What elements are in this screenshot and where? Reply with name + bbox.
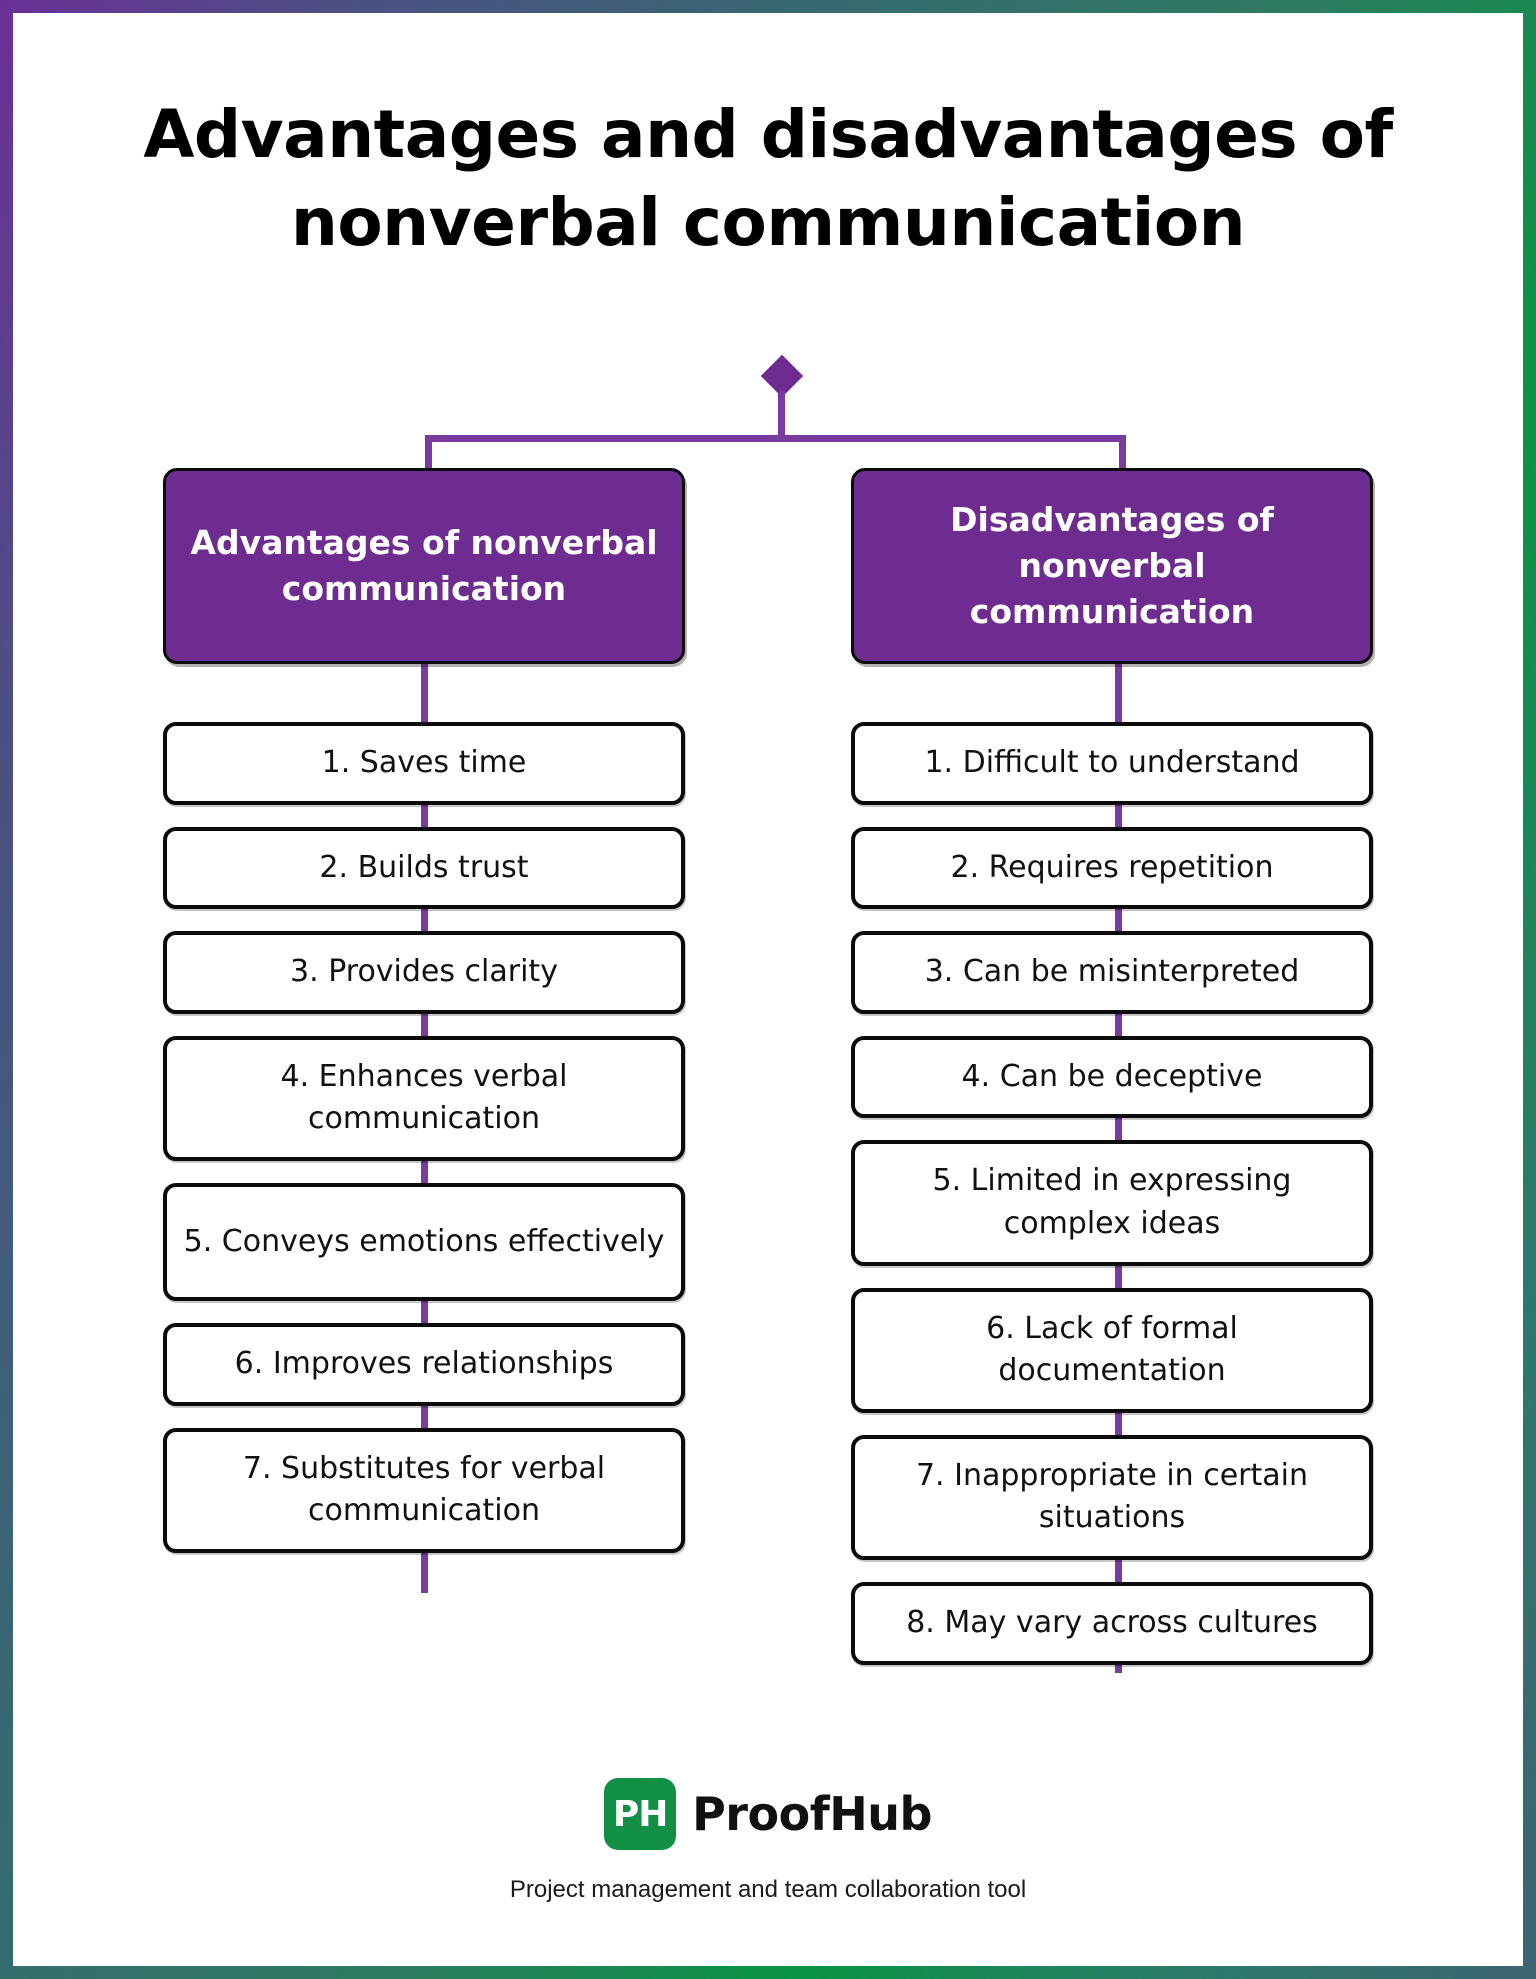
list-item[interactable]: 8. May vary across cultures <box>851 1581 1373 1665</box>
list-item[interactable]: 7. Substitutes for verbal communication <box>163 1427 685 1553</box>
proofhub-logo[interactable]: PH ProofHub <box>13 1778 1523 1850</box>
connector-stem <box>778 391 785 441</box>
item-list-disadvantages: 1. Difficult to understand 2. Requires r… <box>851 722 1373 1665</box>
footer-tagline: Project management and team collaboratio… <box>509 1876 1027 1903</box>
proofhub-wordmark: ProofHub <box>692 1787 932 1841</box>
list-item[interactable]: 4. Enhances verbal communication <box>163 1035 685 1161</box>
list-item[interactable]: 5. Conveys emotions effectively <box>163 1182 685 1301</box>
column-disadvantages: Disadvantages of nonverbal communication… <box>851 468 1373 1665</box>
gradient-frame: Advantages and disadvantages of nonverba… <box>0 0 1536 1979</box>
connector-crossbar <box>425 435 1126 442</box>
infographic-sheet: Advantages and disadvantages of nonverba… <box>13 13 1523 1966</box>
list-item[interactable]: 7. Inappropriate in certain situations <box>851 1434 1373 1560</box>
list-item[interactable]: 2. Requires repetition <box>851 826 1373 910</box>
page-title: Advantages and disadvantages of nonverba… <box>143 96 1393 261</box>
list-item[interactable]: 1. Difficult to understand <box>851 722 1373 805</box>
list-item[interactable]: 4. Can be deceptive <box>851 1035 1373 1119</box>
list-item[interactable]: 6. Lack of formal documentation <box>851 1287 1373 1413</box>
item-list-advantages: 1. Saves time 2. Builds trust 3. Provide… <box>163 722 685 1553</box>
list-item[interactable]: 3. Provides clarity <box>163 931 685 1014</box>
footer: PH ProofHub Project management and team … <box>13 1778 1523 1904</box>
list-item[interactable]: 5. Limited in expressing complex ideas <box>851 1140 1373 1266</box>
proofhub-monogram-icon: PH <box>604 1778 677 1850</box>
list-item[interactable]: 2. Builds trust <box>163 826 685 910</box>
column-advantages: Advantages of nonverbal communication 1.… <box>163 468 685 1553</box>
list-item[interactable]: 6. Improves relationships <box>163 1322 685 1406</box>
list-item[interactable]: 3. Can be misinterpreted <box>851 931 1373 1014</box>
diamond-node-icon <box>760 354 804 398</box>
list-item[interactable]: 1. Saves time <box>163 722 685 805</box>
heading-box-disadvantages: Disadvantages of nonverbal communication <box>851 468 1373 664</box>
heading-box-advantages: Advantages of nonverbal communication <box>163 468 685 664</box>
